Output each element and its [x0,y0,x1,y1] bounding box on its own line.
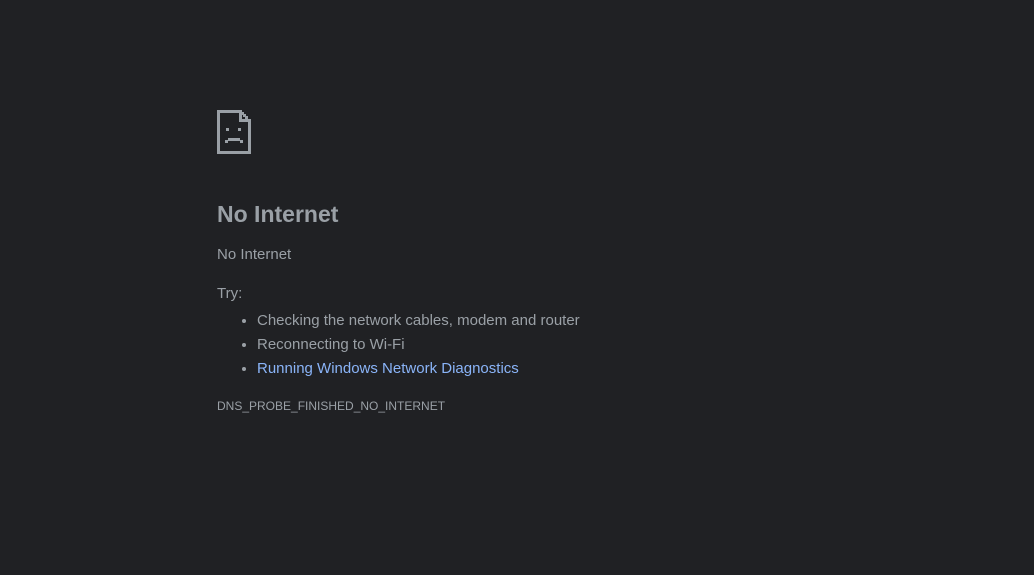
suggestion-item: Reconnecting to Wi-Fi [257,333,817,357]
error-title: No Internet [217,201,339,227]
suggestion-list: Checking the network cables, modem and r… [217,309,817,381]
sad-document-icon [217,110,251,154]
error-page: No Internet No Internet Try: Checking th… [217,110,817,413]
try-label: Try: [217,285,243,302]
error-code: DNS_PROBE_FINISHED_NO_INTERNET [217,399,446,413]
error-subtitle: No Internet [217,246,292,263]
suggestion-item: Running Windows Network Diagnostics [257,357,817,381]
network-diagnostics-link[interactable]: Running Windows Network Diagnostics [257,360,519,377]
suggestion-item: Checking the network cables, modem and r… [257,309,817,333]
